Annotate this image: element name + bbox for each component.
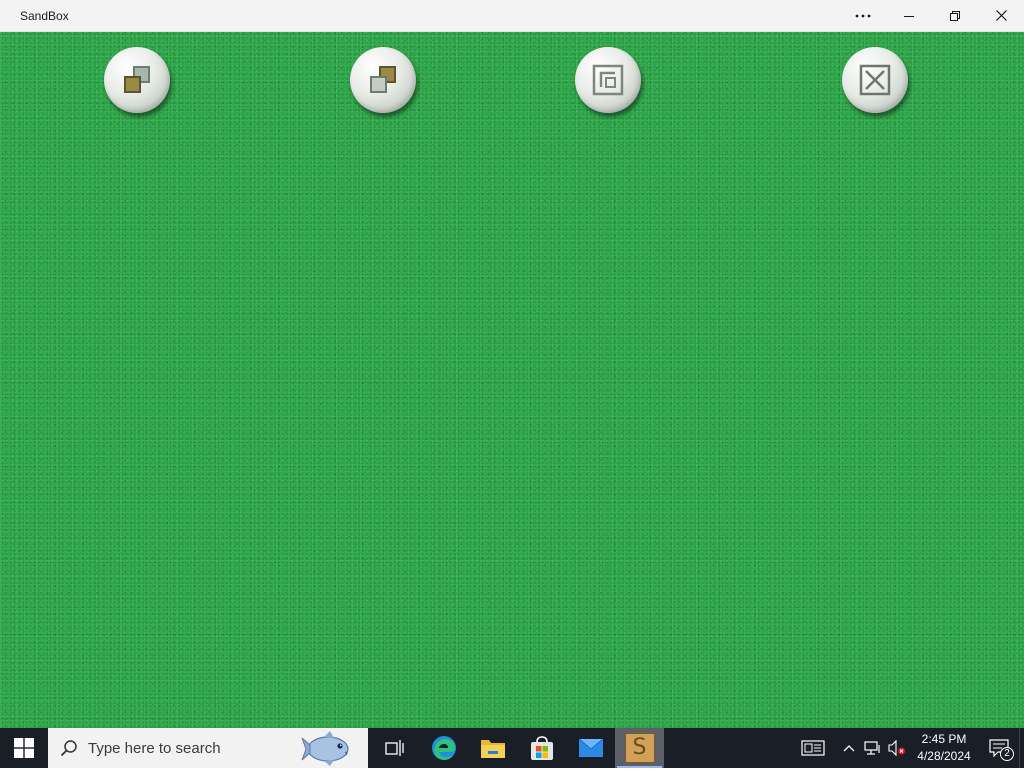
store-icon [530,736,553,760]
restore-icon [950,10,960,21]
more-options-button[interactable] [840,0,886,32]
system-tray: 2:45 PM 4/28/2024 2 [795,728,1024,768]
sunfish-highlight-icon[interactable] [300,730,354,771]
task-view-icon [384,740,404,756]
show-hidden-icons-button[interactable] [837,728,861,768]
mail-button[interactable] [566,728,615,768]
windows-logo-icon [14,738,34,758]
news-icon [801,740,825,756]
title-bar: SandBox [0,0,1024,32]
sandbox-taskbar-button[interactable]: S [615,728,664,768]
chevron-up-icon [843,745,855,752]
search-input[interactable] [88,739,298,757]
action-center-button[interactable]: 2 [979,728,1019,768]
tile-windows-button[interactable] [104,47,170,113]
task-view-button[interactable] [370,728,419,768]
edge-button[interactable] [419,728,468,768]
edge-icon [431,736,456,760]
file-explorer-button[interactable] [468,728,517,768]
minimize-icon [904,15,914,17]
cascade-windows-button[interactable] [350,47,416,113]
ellipsis-icon [855,14,871,17]
restore-board-button[interactable] [575,47,641,113]
taskbar-clock[interactable]: 2:45 PM 4/28/2024 [909,731,979,765]
volume-button[interactable] [885,728,909,768]
store-button[interactable] [517,728,566,768]
x-box-icon [859,64,891,96]
sandbox-app-icon: S [624,733,655,763]
start-button[interactable] [0,728,48,768]
clock-time: 2:45 PM [921,732,967,746]
sandbox-app-letter: S [632,735,647,760]
restore-button[interactable] [932,0,978,32]
show-desktop-button[interactable] [1019,728,1024,768]
close-icon [995,10,1007,21]
nested-squares-icon [592,64,624,96]
mail-icon [578,738,603,757]
overlap-squares-back-icon [370,66,396,93]
close-board-button[interactable] [842,47,908,113]
minimize-button[interactable] [886,0,932,32]
clock-date: 4/28/2024 [917,749,971,763]
taskbar: S [0,728,1024,768]
notification-count-badge: 2 [1000,747,1014,761]
taskbar-search[interactable] [48,728,368,768]
folder-icon [480,740,505,758]
overlap-squares-front-icon [124,66,150,93]
play-area[interactable] [0,32,1024,728]
close-button[interactable] [978,0,1024,32]
news-widget-button[interactable] [795,728,831,768]
search-icon [60,739,78,757]
window-title: SandBox [20,8,69,23]
volume-muted-icon [888,740,905,756]
network-icon [864,741,880,755]
network-button[interactable] [861,728,885,768]
